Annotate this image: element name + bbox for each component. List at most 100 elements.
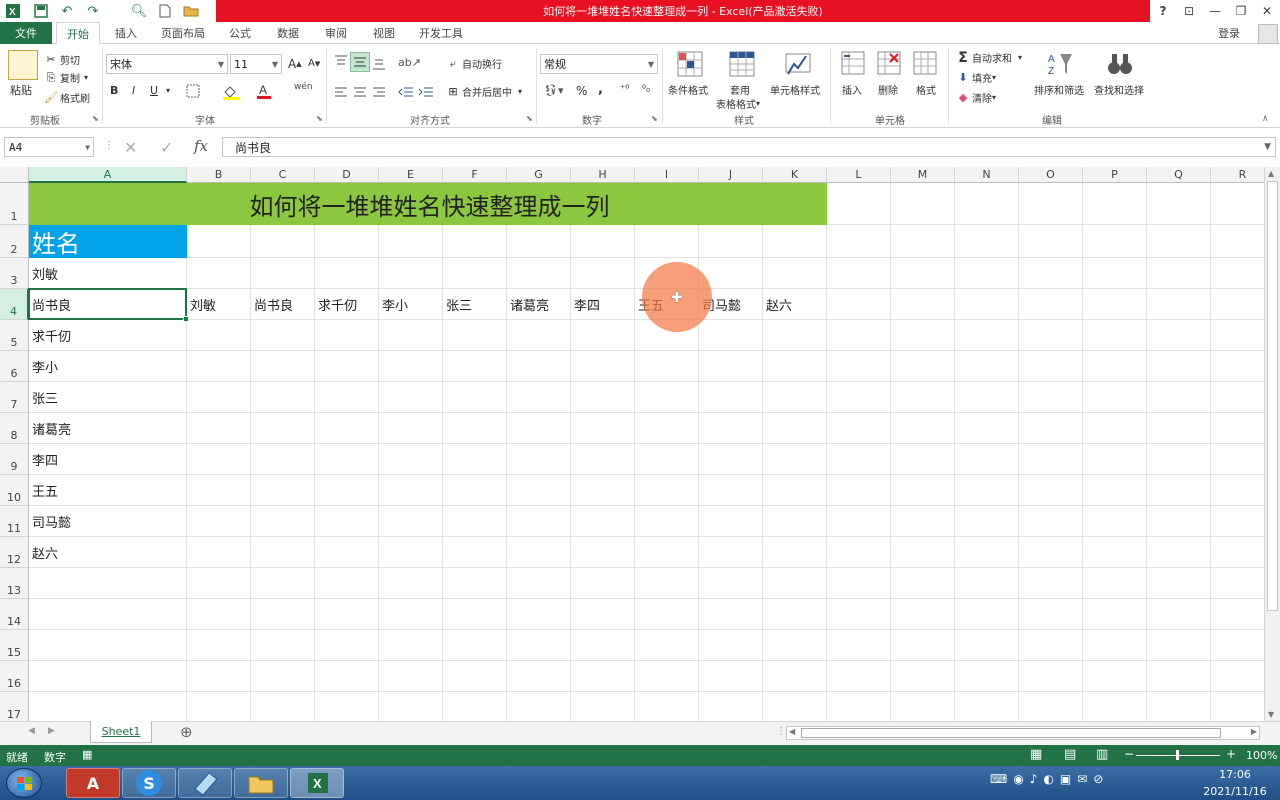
tab-data[interactable]: 数据 <box>266 22 310 44</box>
dialog-launcher-icon[interactable]: ⬊ <box>92 114 99 123</box>
header-cell[interactable]: 姓名 <box>29 225 187 258</box>
formula-input[interactable]: 尚书良 ▼ <box>222 137 1276 157</box>
zoom-level[interactable]: 100% <box>1246 749 1277 762</box>
column-header[interactable]: Q <box>1147 167 1211 183</box>
tab-review[interactable]: 审阅 <box>314 22 358 44</box>
restore-button[interactable]: ❐ <box>1230 2 1252 20</box>
minimize-button[interactable]: — <box>1204 2 1226 20</box>
align-center-icon[interactable] <box>353 86 367 101</box>
row4-cell[interactable]: 尚书良 <box>251 289 315 320</box>
row4-cell[interactable]: 赵六 <box>763 289 827 320</box>
align-middle-icon[interactable] <box>350 52 370 72</box>
zoom-slider-thumb[interactable] <box>1176 750 1179 760</box>
zoom-out-button[interactable]: − <box>1124 747 1134 761</box>
name-box[interactable]: A4 ▼ <box>4 137 94 157</box>
vertical-scroll-thumb[interactable] <box>1267 181 1278 611</box>
format-as-table-label[interactable]: 套用 <box>730 82 750 97</box>
macro-record-icon[interactable]: ▦ <box>82 748 92 761</box>
column-header[interactable]: P <box>1083 167 1147 183</box>
enter-icon[interactable]: ✓ <box>160 138 173 157</box>
row-header[interactable]: 11 <box>0 506 29 537</box>
insert-cells-button[interactable]: 插入 <box>842 82 862 97</box>
fill-button[interactable]: ⬇ 填充 ▾ <box>956 70 996 86</box>
tab-view[interactable]: 视图 <box>362 22 406 44</box>
select-all-corner[interactable] <box>0 167 29 183</box>
save-icon[interactable] <box>32 2 50 20</box>
undo-icon[interactable]: ↶ <box>58 2 76 20</box>
format-painter-button[interactable]: 🖌︎ 格式刷 <box>44 90 90 106</box>
italic-button[interactable]: I <box>132 84 135 97</box>
row-header[interactable]: 17 <box>0 692 29 721</box>
column-header[interactable]: A <box>29 167 187 183</box>
sheet-tab-sheet1[interactable]: Sheet1 <box>90 721 152 743</box>
cell-styles-button[interactable]: 单元格样式 <box>770 82 820 97</box>
name-cell[interactable]: 求千仞 <box>29 320 187 351</box>
row-header[interactable]: 3 <box>0 258 29 289</box>
fill-color-icon[interactable] <box>222 84 240 100</box>
decrease-indent-icon[interactable] <box>398 86 414 101</box>
column-header[interactable]: O <box>1019 167 1083 183</box>
new-document-icon[interactable] <box>156 2 174 20</box>
tab-split-handle-icon[interactable]: ⋮ <box>776 726 786 737</box>
login-link[interactable]: 登录 <box>1218 22 1240 44</box>
add-sheet-button[interactable]: ⊕ <box>180 723 193 741</box>
title-cell[interactable]: 如何将一堆堆姓名快速整理成一列 <box>29 183 827 225</box>
bold-button[interactable]: B <box>110 84 118 97</box>
row-header[interactable]: 12 <box>0 537 29 568</box>
row-header[interactable]: 6 <box>0 351 29 382</box>
row4-cell[interactable]: 刘敏 <box>187 289 251 320</box>
help-button[interactable]: ? <box>1152 2 1174 20</box>
name-cell[interactable]: 张三 <box>29 382 187 413</box>
page-layout-view-icon[interactable]: ▤ <box>1064 747 1076 762</box>
row-header[interactable]: 4 <box>0 289 29 320</box>
dialog-launcher-icon[interactable]: ⬊ <box>316 114 323 123</box>
row-header[interactable]: 5 <box>0 320 29 351</box>
sort-filter-button[interactable]: 排序和筛选 <box>1034 82 1084 97</box>
phonetic-icon[interactable]: wén <box>294 82 313 92</box>
row-header[interactable]: 16 <box>0 661 29 692</box>
column-header[interactable]: M <box>891 167 955 183</box>
fill-handle[interactable] <box>183 316 189 322</box>
zoom-in-button[interactable]: + <box>1226 747 1236 761</box>
horizontal-scroll-thumb[interactable] <box>801 728 1221 738</box>
avatar[interactable] <box>1258 24 1278 44</box>
tab-insert[interactable]: 插入 <box>104 22 148 44</box>
orientation-icon[interactable]: ab↗ <box>398 56 421 69</box>
row-header[interactable]: 9 <box>0 444 29 475</box>
format-as-table-button[interactable]: 表格格式 ▾ <box>716 96 760 111</box>
autosum-button[interactable]: Σ 自动求和 ▾ <box>956 50 1022 66</box>
column-header[interactable]: K <box>763 167 827 183</box>
scroll-up-icon[interactable]: ▲ <box>1268 169 1274 178</box>
align-top-icon[interactable] <box>334 55 348 70</box>
notes-taskbar-icon[interactable] <box>178 768 232 798</box>
scroll-right-icon[interactable]: ▶ <box>1251 727 1257 736</box>
currency-icon[interactable]: 💱︎▾ <box>544 84 564 97</box>
name-cell[interactable]: 赵六 <box>29 537 187 568</box>
align-bottom-icon[interactable] <box>372 58 386 73</box>
merge-center-button[interactable]: ⊞ 合并后居中 ▾ <box>446 84 522 100</box>
font-name-select[interactable]: 宋体 ▼ <box>106 54 228 74</box>
column-header[interactable]: L <box>827 167 891 183</box>
clock[interactable]: 17:06 2021/11/16 <box>1200 768 1270 798</box>
increase-indent-icon[interactable] <box>418 86 434 101</box>
underline-button[interactable]: U <box>150 84 158 97</box>
row-header[interactable]: 15 <box>0 630 29 661</box>
column-header[interactable]: J <box>699 167 763 183</box>
horizontal-scrollbar[interactable]: ◀ ▶ <box>786 726 1260 740</box>
column-header[interactable]: C <box>251 167 315 183</box>
name-cell[interactable]: 李小 <box>29 351 187 382</box>
font-size-select[interactable]: 11 ▼ <box>230 54 282 74</box>
row4-cell[interactable]: 求千仞 <box>315 289 379 320</box>
decrease-decimal-button[interactable]: ⁰₀ <box>642 84 650 95</box>
vertical-scrollbar[interactable]: ▲ ▼ <box>1264 167 1280 721</box>
align-left-icon[interactable] <box>334 86 348 101</box>
scroll-left-icon[interactable]: ◀ <box>789 727 795 736</box>
row4-cell[interactable]: 李小 <box>379 289 443 320</box>
autocad-taskbar-icon[interactable]: A <box>66 768 120 798</box>
increase-decimal-button[interactable]: ⁺⁰ <box>620 84 629 95</box>
column-header[interactable]: H <box>571 167 635 183</box>
align-right-icon[interactable] <box>372 86 386 101</box>
number-format-select[interactable]: 常规 ▼ <box>540 54 658 74</box>
percent-button[interactable]: % <box>576 84 587 98</box>
system-tray-icons[interactable]: ⌨◉♪◐▣✉⊘ <box>990 772 1109 786</box>
